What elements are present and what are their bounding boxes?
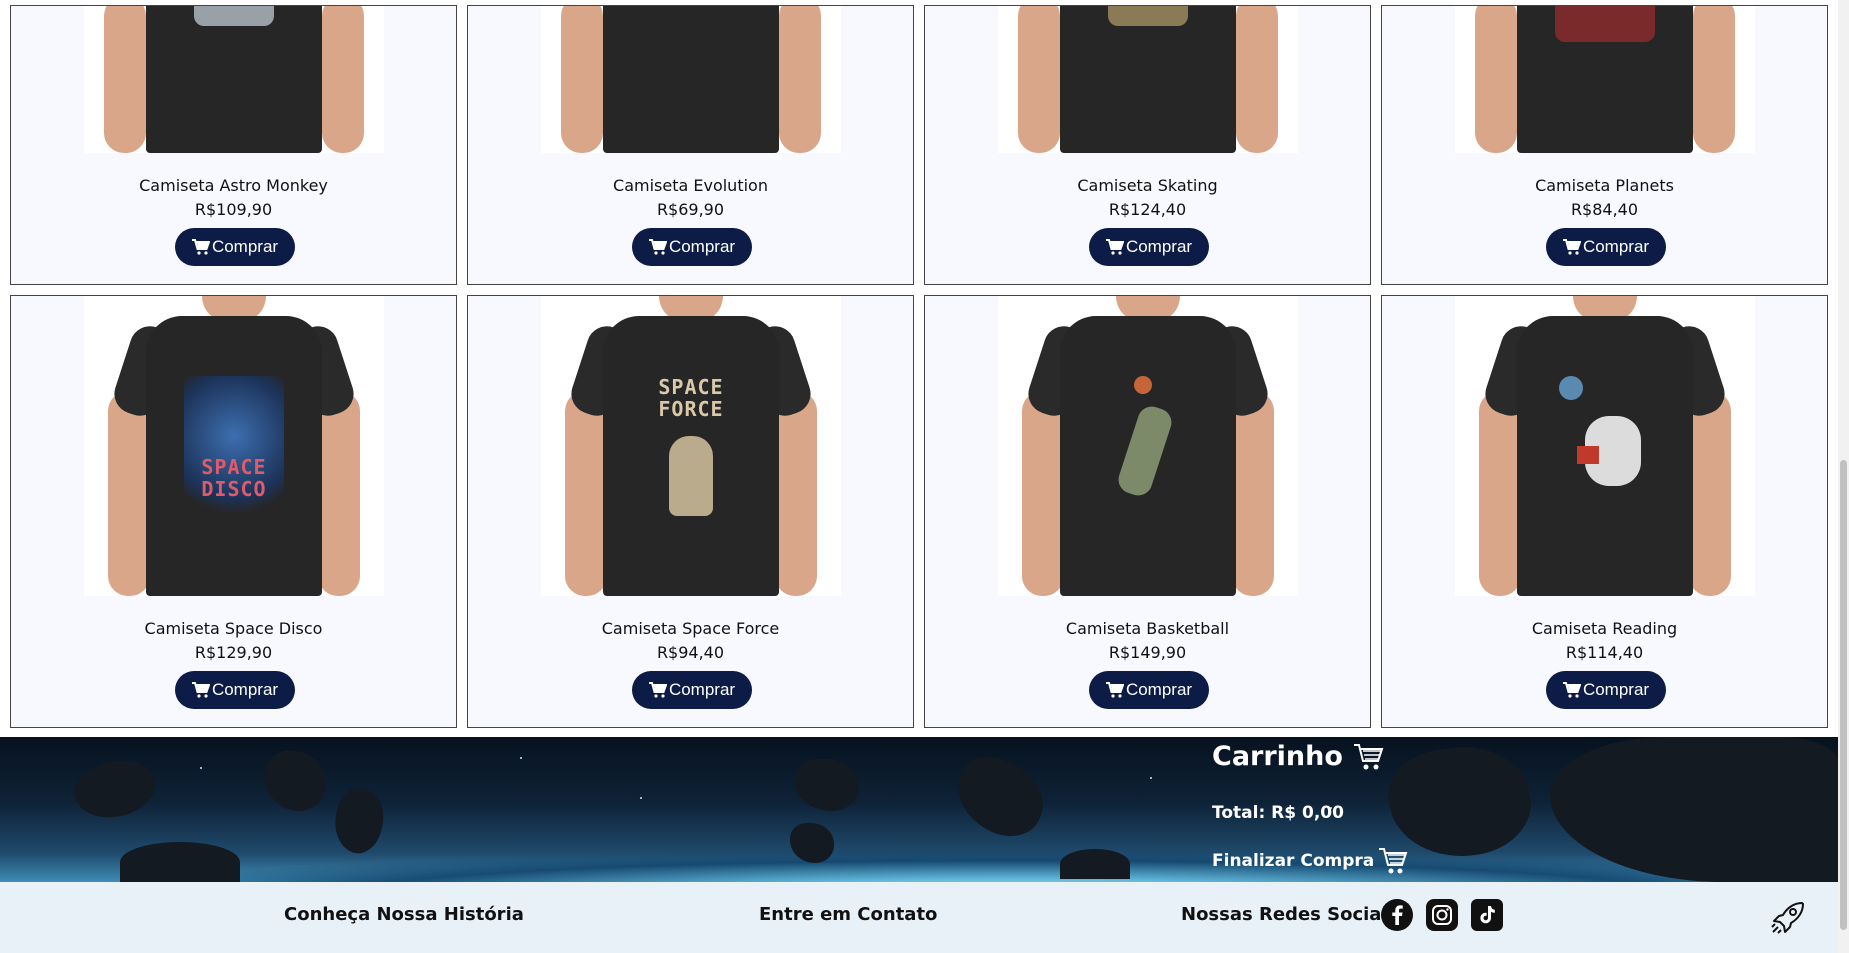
print-text: SPACE DISCO (201, 455, 267, 501)
buy-button-label: Comprar (668, 680, 736, 699)
product-image: SPACE FORCE (541, 296, 841, 596)
product-card: Camiseta Skating R$124,40 Comprar (924, 5, 1371, 285)
product-name: Camiseta Basketball (1065, 619, 1230, 638)
footer: Conheça Nossa História Entre em Contato … (0, 882, 1838, 953)
product-image (998, 296, 1298, 596)
cart-icon (191, 682, 210, 698)
buy-button[interactable]: Comprar (632, 671, 752, 709)
instagram-icon[interactable] (1426, 899, 1458, 931)
product-image (1455, 296, 1755, 596)
product-name: Camiseta Planets (1535, 176, 1674, 195)
history-link[interactable]: Conheça Nossa História (284, 904, 524, 925)
buy-button[interactable]: Comprar (175, 671, 295, 709)
cart-banner: Carrinho Total: R$ 0,00 Finalizar Compra (0, 737, 1838, 882)
product-card: Camiseta Planets R$84,40 Comprar (1381, 5, 1828, 285)
product-image (1455, 6, 1755, 153)
page-scrollbar[interactable] (1838, 0, 1849, 953)
buy-button[interactable]: Comprar (1546, 671, 1666, 709)
print-text: SPACE FORCE (658, 375, 724, 421)
buy-button[interactable]: Comprar (1089, 671, 1209, 709)
cart-icon (191, 239, 210, 255)
buy-button[interactable]: Comprar (1546, 228, 1666, 266)
buy-button[interactable]: Comprar (632, 228, 752, 266)
checkout-label: Finalizar Compra (1212, 851, 1375, 871)
product-price: R$94,40 (656, 643, 725, 662)
cart-icon (648, 682, 667, 698)
buy-button-label: Comprar (1125, 237, 1193, 256)
buy-button[interactable]: Comprar (175, 228, 295, 266)
product-price: R$129,90 (194, 643, 273, 662)
product-name: Camiseta Evolution (613, 176, 768, 195)
product-grid-bottom: SPACE DISCO Camiseta Space Disco R$129,9… (10, 295, 1830, 728)
product-price: R$124,40 (1108, 200, 1187, 219)
product-grid-top: Camiseta Astro Monkey R$109,90 Comprar C… (10, 5, 1830, 285)
cart-title: Carrinho (1212, 741, 1385, 772)
product-price: R$109,90 (194, 200, 273, 219)
cart-icon (1353, 743, 1384, 769)
product-price: R$114,40 (1565, 643, 1644, 662)
cart-total: Total: R$ 0,00 (1212, 803, 1344, 823)
checkout-link[interactable]: Finalizar Compra (1212, 847, 1408, 875)
product-card: Camiseta Reading R$114,40 Comprar (1381, 295, 1828, 728)
product-card: Camiseta Evolution R$69,90 Comprar (467, 5, 914, 285)
contact-link[interactable]: Entre em Contato (759, 904, 937, 925)
cart-icon (1379, 848, 1408, 874)
product-name: Camiseta Astro Monkey (139, 176, 328, 195)
buy-button-label: Comprar (1125, 680, 1193, 699)
product-name: Camiseta Space Disco (144, 619, 323, 638)
cart-icon (1562, 239, 1581, 255)
rocket-icon[interactable] (1768, 897, 1808, 937)
product-card: Camiseta Basketball R$149,90 Comprar (924, 295, 1371, 728)
buy-button-label: Comprar (211, 680, 279, 699)
social-heading: Nossas Redes Sociais (1181, 904, 1399, 925)
product-price: R$69,90 (656, 200, 725, 219)
buy-button[interactable]: Comprar (1089, 228, 1209, 266)
cart-icon (1105, 239, 1124, 255)
product-name: Camiseta Reading (1531, 619, 1678, 638)
product-image: SPACE DISCO (84, 296, 384, 596)
cart-icon (1105, 682, 1124, 698)
product-image (541, 6, 841, 153)
product-price: R$84,40 (1570, 200, 1639, 219)
product-price: R$149,90 (1108, 643, 1187, 662)
buy-button-label: Comprar (211, 237, 279, 256)
buy-button-label: Comprar (1582, 237, 1650, 256)
cart-icon (648, 239, 667, 255)
product-name: Camiseta Space Force (601, 619, 780, 638)
facebook-icon[interactable] (1381, 899, 1413, 931)
product-image (998, 6, 1298, 153)
product-name: Camiseta Skating (1077, 176, 1218, 195)
product-card: SPACE FORCE Camiseta Space Force R$94,40… (467, 295, 914, 728)
cart-title-text: Carrinho (1212, 741, 1343, 772)
scrollbar-thumb[interactable] (1840, 460, 1847, 930)
buy-button-label: Comprar (668, 237, 736, 256)
cart-icon (1562, 682, 1581, 698)
product-image (84, 6, 384, 153)
product-card: Camiseta Astro Monkey R$109,90 Comprar (10, 5, 457, 285)
product-card: SPACE DISCO Camiseta Space Disco R$129,9… (10, 295, 457, 728)
buy-button-label: Comprar (1582, 680, 1650, 699)
tiktok-icon[interactable] (1471, 899, 1503, 931)
